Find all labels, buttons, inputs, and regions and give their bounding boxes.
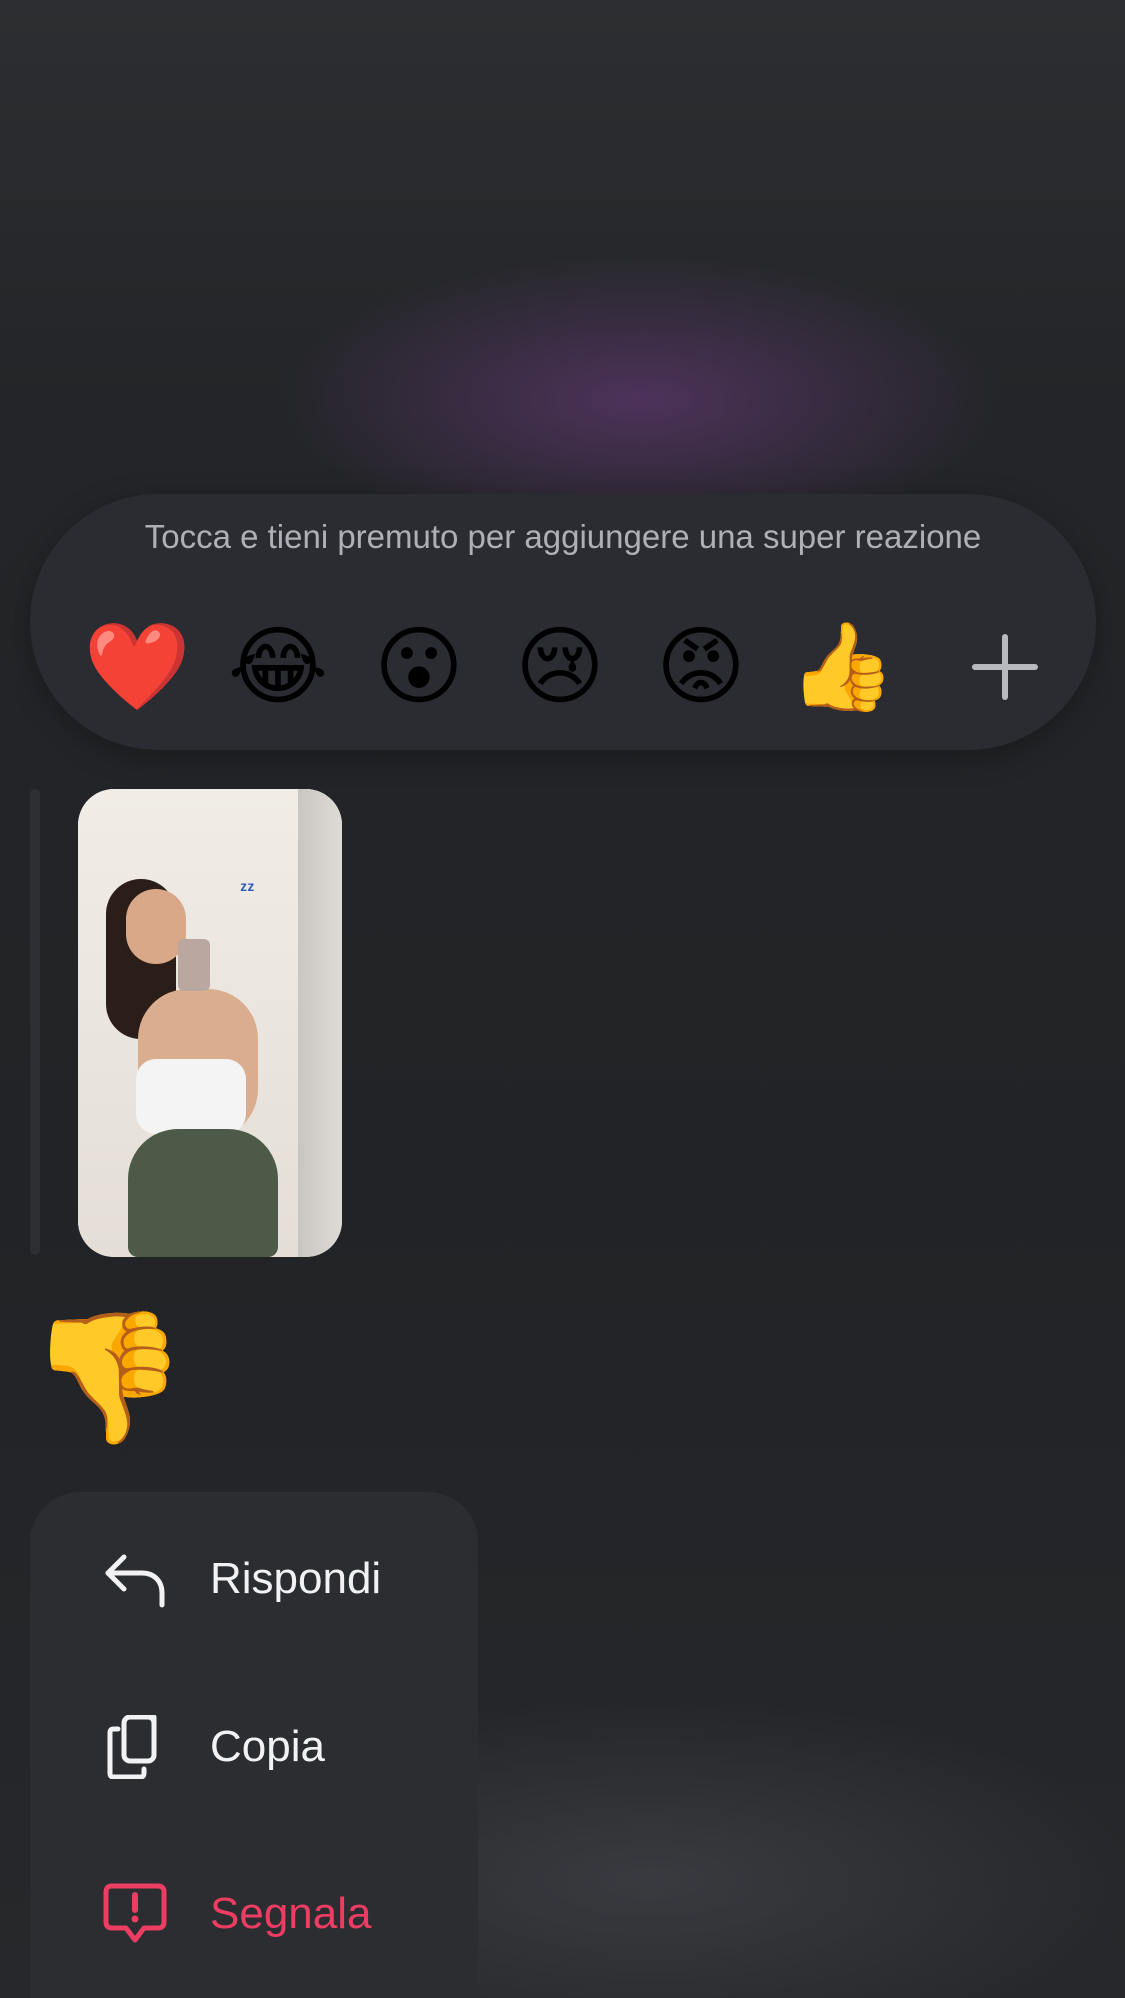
copy-menu-item[interactable]: Copia [30, 1682, 478, 1812]
reply-icon [105, 1554, 165, 1608]
reply-menu-item[interactable]: Rispondi [30, 1514, 478, 1644]
copy-label: Copia [210, 1722, 325, 1771]
thumbs-down-reaction: 👎 [28, 1306, 188, 1449]
reaction-angry-emoji[interactable]: 😡 [646, 612, 756, 722]
report-label: Segnala [210, 1889, 372, 1938]
plus-icon[interactable] [950, 612, 1060, 722]
reaction-thumbs-up-emoji[interactable]: 👍 [787, 612, 897, 722]
reply-label: Rispondi [210, 1554, 382, 1603]
report-icon [103, 1883, 167, 1943]
reaction-hint: Tocca e tieni premuto per aggiungere una… [144, 518, 982, 555]
reaction-heart-emoji[interactable]: ❤️ [82, 612, 192, 722]
reaction-tears-of-joy-emoji[interactable]: 😂 [223, 612, 333, 722]
reaction-surprised-emoji[interactable]: 😮 [364, 612, 474, 722]
report-menu-item[interactable]: Segnala [30, 1849, 478, 1979]
message-photo[interactable]: ᶻᶻ [78, 789, 342, 1257]
zzz-sticker-icon: ᶻᶻ [240, 879, 255, 901]
message-rail [30, 789, 40, 1255]
copy-icon [107, 1715, 157, 1779]
context-menu: Rispondi Copia Segnala [30, 1492, 478, 1998]
reaction-crying-emoji[interactable]: 😢 [505, 612, 615, 722]
